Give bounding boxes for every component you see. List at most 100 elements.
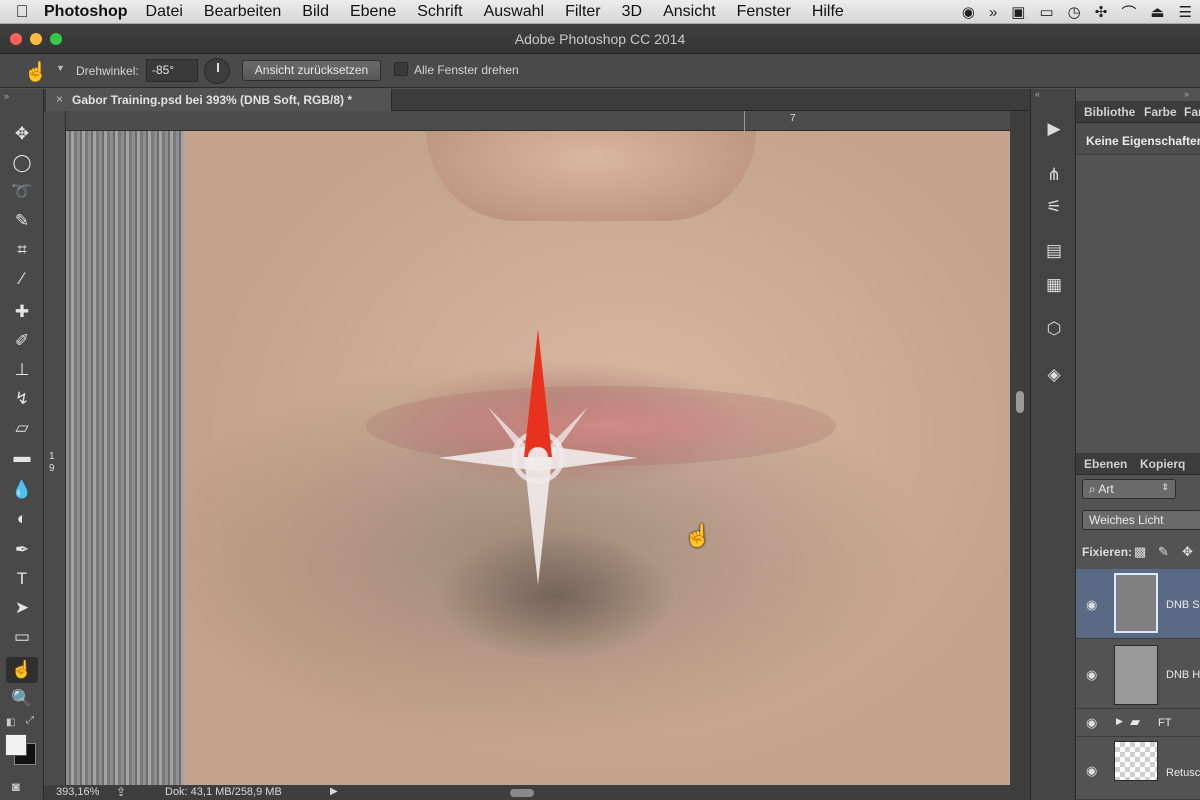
- collapse-dock-icon[interactable]: «: [1035, 89, 1040, 99]
- clock-icon[interactable]: ◷: [1068, 3, 1081, 21]
- layer-row[interactable]: ◉ Retusc: [1076, 737, 1200, 800]
- eyedropper-tool-icon[interactable]: ⁄: [6, 266, 38, 292]
- zoom-level[interactable]: 393,16%: [56, 786, 99, 798]
- move-tool-icon[interactable]: ✥: [6, 121, 38, 147]
- layer-filter-select[interactable]: ⌕ Art ⇕: [1082, 479, 1176, 499]
- history-icon[interactable]: ▤: [1038, 237, 1070, 265]
- rotation-angle-input[interactable]: -85°: [146, 59, 198, 82]
- marquee-tool-icon[interactable]: ◯: [6, 150, 38, 176]
- adjustments-icon[interactable]: ⚟: [1038, 193, 1070, 221]
- 3d-cube-icon[interactable]: ⬡: [1038, 315, 1070, 343]
- lock-position-icon[interactable]: ✥: [1182, 544, 1193, 560]
- gradient-tool-icon[interactable]: ▬: [6, 444, 38, 470]
- tab-kopierquelle[interactable]: Kopierq: [1140, 457, 1185, 471]
- layer-thumbnail: [1114, 573, 1158, 633]
- wifi-icon[interactable]: ⌒: [1121, 2, 1136, 23]
- crop-tool-icon[interactable]: ⌗: [6, 237, 38, 263]
- vertical-scrollbar[interactable]: [1010, 111, 1030, 785]
- menu-bild[interactable]: Bild: [302, 3, 329, 21]
- move-icon[interactable]: ✣: [1095, 3, 1108, 21]
- menu-bearbeiten[interactable]: Bearbeiten: [204, 3, 281, 21]
- collapse-tools-icon[interactable]: »: [4, 91, 9, 101]
- history-brush-tool-icon[interactable]: ↯: [6, 386, 38, 412]
- rotate-view-tool-icon[interactable]: ☝: [6, 657, 38, 683]
- tab-farbfelder[interactable]: Far: [1184, 105, 1200, 119]
- fastforward-icon[interactable]: »: [989, 4, 997, 21]
- type-tool-icon[interactable]: T: [6, 566, 38, 592]
- brush-tool-icon[interactable]: ✐: [6, 328, 38, 354]
- visibility-eye-icon[interactable]: ◉: [1086, 763, 1097, 779]
- rotate-all-windows-checkbox[interactable]: [394, 62, 408, 76]
- clone-stamp-tool-icon[interactable]: ⊥: [6, 357, 38, 383]
- lock-label: Fixieren:: [1082, 545, 1133, 559]
- menu-hilfe[interactable]: Hilfe: [812, 3, 844, 21]
- tab-farbe[interactable]: Farbe: [1144, 105, 1177, 119]
- menu-schrift[interactable]: Schrift: [417, 3, 462, 21]
- vertical-scroll-thumb[interactable]: [1016, 391, 1024, 413]
- document-tab[interactable]: × Gabor Training.psd bei 393% (DNB Soft,…: [46, 89, 392, 111]
- menu-datei[interactable]: Datei: [146, 3, 183, 21]
- lasso-tool-icon[interactable]: ➰: [6, 179, 38, 205]
- dodge-tool-icon[interactable]: ◐: [6, 506, 38, 532]
- timemachine-icon[interactable]: ▣: [1011, 3, 1025, 21]
- apple-menu[interactable]: : [0, 2, 44, 22]
- play-actions-icon[interactable]: ▶: [1038, 115, 1070, 143]
- layer-name: DNB S: [1166, 599, 1200, 611]
- healing-brush-tool-icon[interactable]: ✚: [6, 299, 38, 325]
- tab-ebenen[interactable]: Ebenen: [1084, 457, 1127, 471]
- path-selection-tool-icon[interactable]: ➤: [6, 595, 38, 621]
- ruler-horizontal: 7: [66, 111, 1010, 131]
- notes-icon[interactable]: ▦: [1038, 271, 1070, 299]
- document-canvas[interactable]: ☝: [66, 131, 1010, 785]
- layer-row-selected[interactable]: ◉ DNB S: [1076, 569, 1200, 639]
- status-menu-arrow-icon[interactable]: ▶: [330, 786, 338, 797]
- menu-list-icon[interactable]: ☰: [1179, 3, 1192, 21]
- properties-header: Keine Eigenschaften: [1076, 123, 1200, 155]
- rotate-view-tool-icon[interactable]: ☝: [24, 60, 48, 84]
- menu-filter[interactable]: Filter: [565, 3, 601, 21]
- record-icon[interactable]: ◉: [962, 3, 975, 21]
- menu-3d[interactable]: 3D: [622, 3, 642, 21]
- lock-paint-icon[interactable]: ✎: [1158, 544, 1169, 560]
- window-title: Adobe Photoshop CC 2014: [514, 31, 686, 47]
- close-document-icon[interactable]: ×: [56, 92, 63, 106]
- ruler-tick: [744, 111, 745, 131]
- layers-stack-icon[interactable]: ◈: [1038, 361, 1070, 389]
- rotation-dial[interactable]: [204, 58, 230, 84]
- layer-group-row[interactable]: ◉ ▶ ▰ FT: [1076, 709, 1200, 737]
- panel-dock: « ▶ ⋔ ⚟ ▤ ▦ ⬡ ◈: [1030, 89, 1076, 800]
- folder-icon: ▰: [1130, 714, 1140, 729]
- default-colors-icon[interactable]: ◧: [6, 717, 15, 728]
- horizontal-scroll-thumb[interactable]: [510, 789, 534, 797]
- visibility-eye-icon[interactable]: ◉: [1086, 597, 1097, 613]
- eraser-tool-icon[interactable]: ▱: [6, 415, 38, 441]
- menu-fenster[interactable]: Fenster: [737, 3, 791, 21]
- tool-preset-chevron-icon[interactable]: ▼: [56, 63, 65, 73]
- layer-row[interactable]: ◉ DNB H: [1076, 639, 1200, 709]
- group-expand-arrow-icon[interactable]: ▶: [1116, 716, 1123, 727]
- zoom-tool-icon[interactable]: 🔍: [6, 686, 38, 712]
- collapse-panels-icon[interactable]: »: [1184, 89, 1189, 99]
- lock-transparency-icon[interactable]: ▩: [1134, 544, 1146, 560]
- menu-ansicht[interactable]: Ansicht: [663, 3, 715, 21]
- airplay-icon[interactable]: ▭: [1039, 3, 1053, 21]
- share-icon[interactable]: ⇪: [116, 785, 126, 799]
- menubar:  Photoshop Datei Bearbeiten Bild Ebene …: [0, 0, 1200, 24]
- tab-bibliotheken[interactable]: Bibliothe: [1084, 105, 1135, 119]
- quick-mask-icon[interactable]: ◙: [12, 779, 20, 794]
- swap-colors-icon[interactable]: ⤢: [26, 715, 34, 726]
- brush-presets-icon[interactable]: ⋔: [1038, 161, 1070, 189]
- menu-auswahl[interactable]: Auswahl: [484, 3, 544, 21]
- shape-tool-icon[interactable]: ▭: [6, 624, 38, 650]
- menu-ebene[interactable]: Ebene: [350, 3, 396, 21]
- visibility-eye-icon[interactable]: ◉: [1086, 715, 1097, 731]
- visibility-eye-icon[interactable]: ◉: [1086, 667, 1097, 683]
- quick-selection-tool-icon[interactable]: ✎: [6, 208, 38, 234]
- menu-app-photoshop[interactable]: Photoshop: [44, 3, 128, 21]
- eject-icon[interactable]: ⏏: [1150, 3, 1164, 21]
- reset-view-button[interactable]: Ansicht zurücksetzen: [242, 60, 381, 81]
- foreground-color-swatch[interactable]: [5, 734, 27, 756]
- pen-tool-icon[interactable]: ✒: [6, 537, 38, 563]
- blur-tool-icon[interactable]: 💧: [6, 477, 38, 503]
- blend-mode-select[interactable]: Weiches Licht: [1082, 510, 1200, 530]
